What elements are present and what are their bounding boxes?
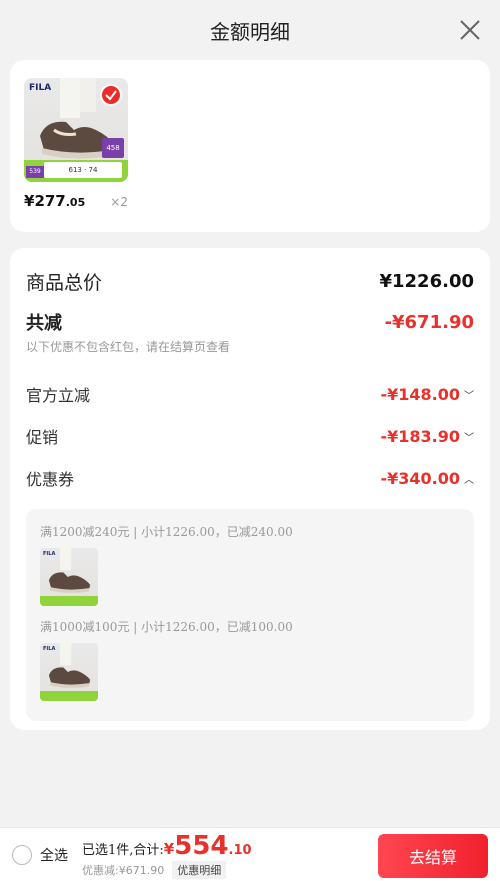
currency-symbol: ¥ [163,839,175,858]
promo-bar [40,596,98,606]
price-row: ¥277.05 ×2 [24,192,128,210]
price-badge: 458 [102,138,124,158]
coupon-line: 满1200减240元 | 小计1226.00，已减240.00 [40,525,293,539]
product-thumbnail[interactable]: FILA 458 539 613 · 74 [24,78,128,182]
total-value: ¥1226.00 [379,270,474,292]
checkout-bar: 全选 已选1件,合计: ¥ 554 .10 优惠减:¥671.90 优惠明细 去… [0,827,500,881]
chevron-up-icon: ︿ [464,474,474,486]
select-all-radio[interactable] [12,844,32,865]
brand-logo: FILA [29,83,52,93]
reduce-value: -¥671.90 [384,311,474,333]
coupon-line: 满1000减100元 | 小计1226.00，已减100.00 [40,620,293,634]
checkout-button[interactable]: 去结算 [378,834,488,878]
reduce-row: 共减 -¥671.90 [26,308,474,336]
product-quantity: ×2 [110,195,128,209]
discount-value: -¥340.00 ︿ [380,468,474,488]
coupon-detail-box: 满1200减240元 | 小计1226.00，已减240.00 FILA 满10… [26,509,474,721]
discount-label: 促销 [26,428,59,447]
total-label: 商品总价 [26,271,103,294]
discount-detail-link[interactable]: 优惠明细 [172,860,227,879]
select-all-label[interactable]: 全选 [40,845,68,865]
total-row: 商品总价 ¥1226.00 [26,266,474,296]
discount-value: -¥148.00 ﹀ [380,384,474,404]
header: 金额明细 [0,0,500,60]
summary-discount: 优惠减:¥671.90 优惠明细 [82,860,252,879]
promo-bar: 539 613 · 74 [24,160,128,182]
brand-logo: FILA [43,646,56,652]
product-price: ¥277.05 [24,192,86,210]
coupon-product-thumbnail[interactable]: FILA [40,548,98,606]
summary-total: 已选1件,合计: ¥ 554 .10 [82,831,252,861]
discount-row-promotion[interactable]: 促销 -¥183.90 ﹀ [26,415,474,457]
chevron-down-icon: ﹀ [464,390,474,402]
page-title: 金额明细 [210,19,290,44]
summary-block: 已选1件,合计: ¥ 554 .10 优惠减:¥671.90 优惠明细 [82,831,252,879]
total-amount: 554 [174,830,229,861]
coupon-product-thumbnail[interactable]: FILA [40,643,98,701]
selected-count-text: 已选1件,合计: [82,842,164,858]
discount-row-official[interactable]: 官方立减 -¥148.00 ﹀ [26,373,474,415]
discount-label: 官方立减 [26,386,91,405]
tag-price: 539 [26,166,44,178]
amount-detail-card: 商品总价 ¥1226.00 共减 -¥671.90 以下优惠不包含红包，请在结算… [10,248,490,730]
close-icon[interactable] [458,18,482,42]
brand-logo: FILA [43,551,56,557]
total-decimal: .10 [228,842,252,858]
selected-check-icon[interactable] [100,84,122,106]
discount-summary: 优惠减:¥671.90 [82,863,165,877]
discount-label: 优惠券 [26,470,75,489]
promo-bar [40,691,98,701]
promo-text: 613 · 74 [44,162,122,178]
chevron-down-icon: ﹀ [464,432,474,444]
discount-value: -¥183.90 ﹀ [380,426,474,446]
product-card: FILA 458 539 613 · 74 ¥277.05 ×2 [10,60,490,232]
discount-note: 以下优惠不包含红包，请在结算页查看 [26,340,231,354]
discount-row-coupon[interactable]: 优惠券 -¥340.00 ︿ [26,457,474,499]
reduce-label: 共减 [26,313,62,334]
